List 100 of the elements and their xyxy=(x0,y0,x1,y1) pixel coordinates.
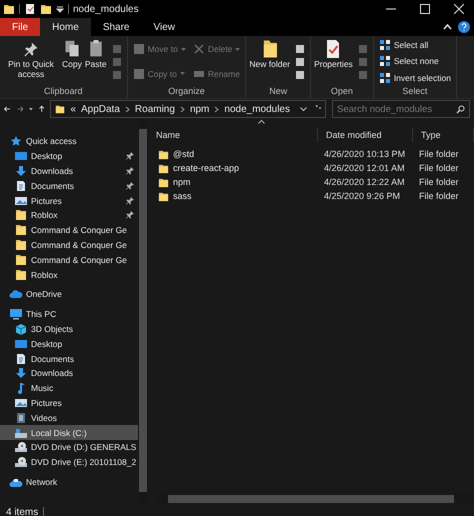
nav-item[interactable]: OneDrive xyxy=(0,286,138,302)
star-icon xyxy=(9,135,23,148)
column-header[interactable]: Name xyxy=(148,128,318,142)
breadcrumb[interactable]: node_modules xyxy=(224,104,290,114)
ribbon-command[interactable]: Select all xyxy=(378,38,452,52)
properties-icon[interactable] xyxy=(24,3,36,15)
disc-drive-icon xyxy=(14,456,28,468)
nav-item[interactable]: Music xyxy=(0,380,138,396)
search-field[interactable]: Search node_modules xyxy=(332,100,470,118)
file-menu-tab[interactable]: File xyxy=(0,18,40,36)
back-arrow-icon[interactable] xyxy=(4,104,11,114)
folder-icon xyxy=(158,148,169,160)
grid-icon xyxy=(378,39,391,52)
nav-item[interactable]: Videos xyxy=(0,410,138,426)
breadcrumb[interactable]: AppData xyxy=(80,104,120,114)
caret-icon xyxy=(180,72,185,76)
nav-item[interactable]: 3D Objects xyxy=(0,322,138,336)
nav-item[interactable]: Roblox xyxy=(0,208,138,223)
ribbon-group-label: Organize xyxy=(167,86,206,98)
type-cell-text: File folder xyxy=(418,163,460,173)
chevron-right-icon[interactable] xyxy=(124,106,130,112)
column-header[interactable]: Date modified xyxy=(318,128,413,142)
ribbon-command[interactable]: Select none xyxy=(378,54,452,68)
date-cell-text: 4/26/2020 12:01 AM xyxy=(323,163,406,173)
close-icon[interactable] xyxy=(454,4,464,14)
small-command-icon[interactable] xyxy=(294,70,306,80)
item-count: 4 items xyxy=(6,506,38,516)
type-cell-text: File folder xyxy=(418,191,460,201)
desktop-icon xyxy=(14,150,28,162)
chevron-right-icon[interactable] xyxy=(214,106,220,112)
nav-item[interactable]: Documents xyxy=(0,351,138,366)
ribbon-command[interactable]: Paste xyxy=(84,37,108,86)
move-to-icon xyxy=(132,43,145,56)
nav-item[interactable]: Downloads xyxy=(0,164,138,178)
collapse-ribbon-icon[interactable] xyxy=(443,24,452,30)
nav-item[interactable]: Command & Conquer Ge xyxy=(0,252,138,268)
nav-item[interactable]: Documents xyxy=(0,178,138,194)
window-title: node_modules xyxy=(73,4,140,14)
folder-icon xyxy=(55,103,66,115)
nav-item[interactable]: Command & Conquer Ge xyxy=(0,238,138,252)
sort-up-icon[interactable] xyxy=(258,119,264,124)
folder-icon xyxy=(14,238,28,251)
disc-drive-icon xyxy=(14,441,28,454)
breadcrumb[interactable]: Roaming xyxy=(134,104,175,114)
chevron-down-icon[interactable] xyxy=(29,106,33,112)
search-icon xyxy=(456,104,465,114)
folder-icon xyxy=(14,254,28,266)
ribbon-tab[interactable]: Share xyxy=(90,18,142,36)
nav-item[interactable]: Quick access xyxy=(0,134,138,149)
date-cell-text: 4/26/2020 12:22 AM xyxy=(323,177,406,187)
maximize-icon[interactable] xyxy=(420,4,430,14)
cloud-icon xyxy=(9,288,23,300)
nav-item[interactable]: This PC xyxy=(0,306,138,322)
ribbon-tab[interactable]: View xyxy=(142,18,187,36)
ribbon-command[interactable]: Invert selection xyxy=(378,70,452,85)
ribbon-tab[interactable]: Home xyxy=(40,18,91,36)
ribbon-command[interactable]: New folder xyxy=(248,37,292,86)
chevron-right-icon[interactable] xyxy=(180,106,185,112)
overflow-chevrons[interactable]: « xyxy=(70,104,76,114)
nav-item[interactable]: Pictures xyxy=(0,396,138,410)
nav-item[interactable]: Local Disk (C:) xyxy=(0,425,138,440)
nav-item[interactable]: Downloads xyxy=(0,366,138,381)
ribbon-command[interactable]: Properties xyxy=(313,37,354,86)
dropdown-icon[interactable] xyxy=(56,5,64,13)
nav-item[interactable]: Command & Conquer Ge xyxy=(0,222,138,238)
file-name[interactable]: sass xyxy=(173,191,192,201)
cube-icon xyxy=(14,322,28,335)
ribbon-group-label: New xyxy=(268,86,288,98)
file-name[interactable]: @std xyxy=(173,149,194,159)
computer-icon xyxy=(9,308,23,320)
nav-item[interactable]: Roblox xyxy=(0,267,138,282)
small-command-icon[interactable] xyxy=(294,44,306,54)
nav-item[interactable]: DVD Drive (D:) GENERALS xyxy=(0,440,138,455)
ribbon-group-label: Open xyxy=(330,86,354,98)
nav-item[interactable]: DVD Drive (E:) 20101108_2 xyxy=(0,454,138,470)
document-icon xyxy=(14,180,28,192)
help-icon[interactable] xyxy=(458,21,470,33)
grid-icon xyxy=(378,55,391,68)
chevron-down-icon[interactable] xyxy=(300,106,307,112)
small-command-icon[interactable] xyxy=(294,56,306,66)
document-icon xyxy=(14,352,28,365)
file-name[interactable]: create-react-app xyxy=(173,163,240,173)
ribbon-command[interactable]: Pin to Quick access xyxy=(2,37,60,86)
breadcrumb[interactable]: npm xyxy=(190,104,210,114)
grid-icon xyxy=(378,72,391,84)
forward-arrow-icon[interactable] xyxy=(16,104,24,114)
desktop-icon xyxy=(14,338,28,350)
file-name[interactable]: npm xyxy=(173,177,191,187)
ribbon-command[interactable]: Copy xyxy=(61,37,83,86)
nav-item[interactable]: Desktop xyxy=(0,336,138,352)
column-header[interactable]: Type xyxy=(413,128,474,142)
address-bar[interactable]: « AppData Roaming npm node_modules xyxy=(50,100,326,118)
folder-icon xyxy=(14,209,28,222)
nav-item[interactable]: Desktop xyxy=(0,148,138,164)
copy-icon xyxy=(62,39,81,59)
nav-item[interactable]: Network xyxy=(0,474,138,490)
download-arrow-icon xyxy=(14,367,28,380)
folder-icon xyxy=(3,3,15,15)
nav-item[interactable]: Pictures xyxy=(0,193,138,208)
film-icon xyxy=(14,412,28,424)
